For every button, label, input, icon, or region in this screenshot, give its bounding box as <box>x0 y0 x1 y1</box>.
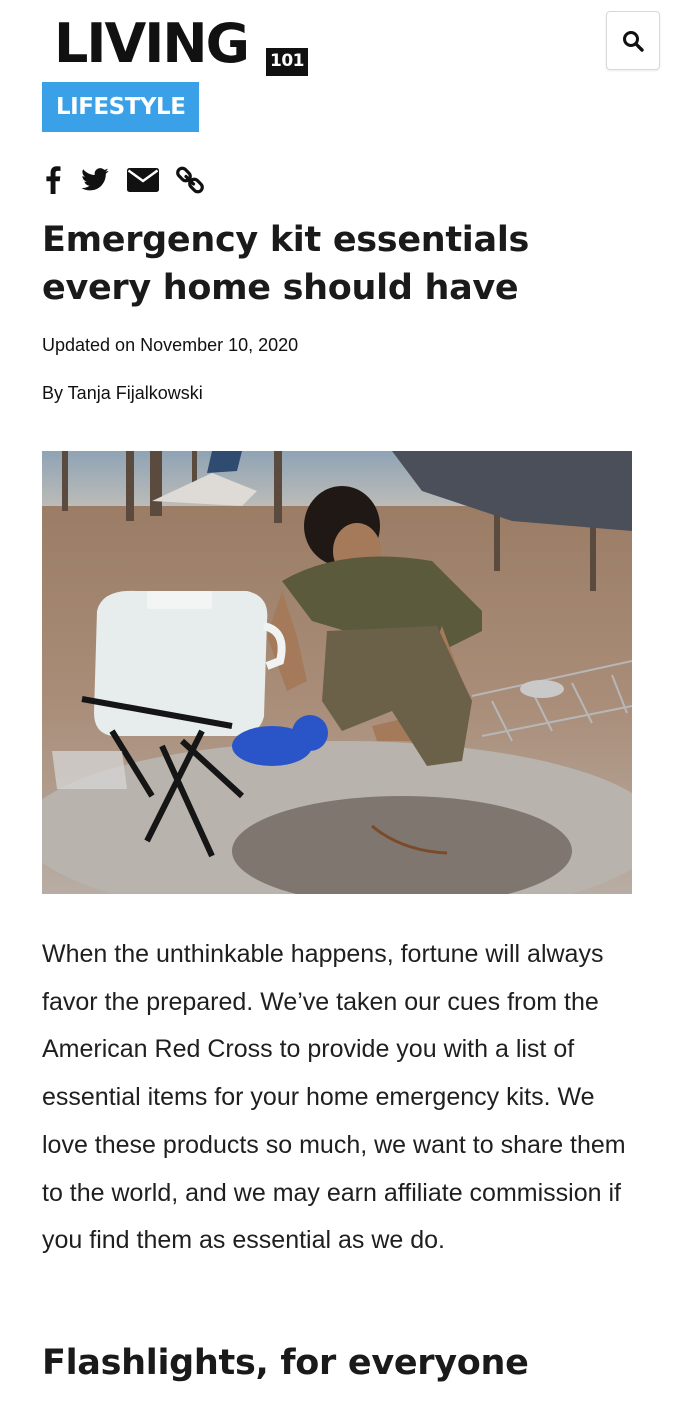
search-button[interactable] <box>606 11 660 70</box>
next-paragraph-line <box>42 1403 622 1414</box>
next-paragraph-cutoff <box>42 1403 622 1414</box>
article-hero-image <box>42 451 632 894</box>
article-intro-paragraph: When the unthinkable happens, fortune wi… <box>42 940 626 1255</box>
logo-wordmark: LIVING <box>54 12 250 75</box>
author-byline: By Tanja Fijalkowski <box>42 383 203 403</box>
email-icon[interactable] <box>126 162 160 198</box>
logo-number-badge: 101 <box>266 48 308 76</box>
section-heading: Flashlights, for everyone <box>42 1343 529 1383</box>
article-title: Emergency kit essentials every home shou… <box>42 220 530 308</box>
category-badge[interactable]: LIFESTYLE <box>42 82 200 132</box>
facebook-icon[interactable] <box>42 162 64 198</box>
share-bar <box>42 162 206 198</box>
twitter-icon[interactable] <box>80 162 110 198</box>
updated-date: Updated on November 10, 2020 <box>42 335 299 355</box>
link-icon[interactable] <box>174 162 206 198</box>
search-icon <box>623 30 644 52</box>
